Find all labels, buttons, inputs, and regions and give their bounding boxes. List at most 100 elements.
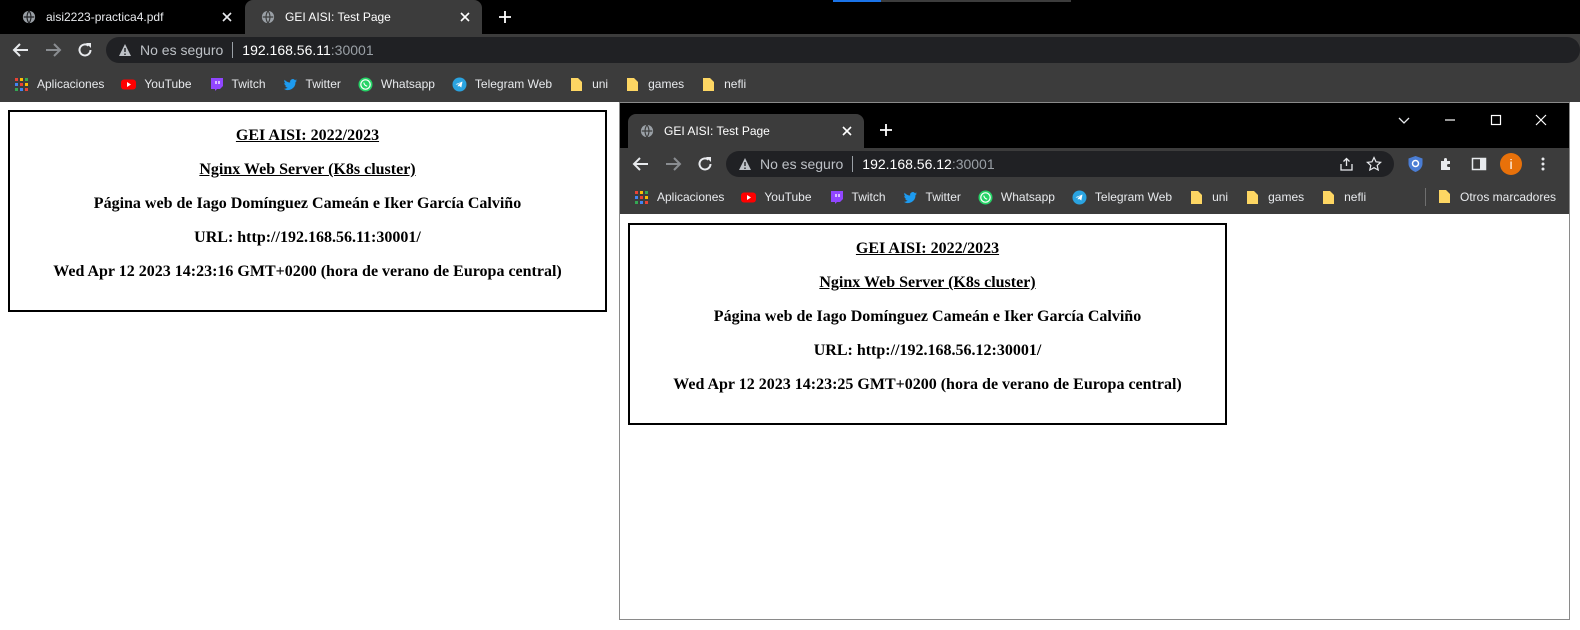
page-date-line: Wed Apr 12 2023 14:23:25 GMT+0200 (hora … (673, 376, 1182, 393)
bookmark-label: games (648, 77, 685, 91)
globe-icon (640, 124, 654, 138)
bookmark-twitter[interactable]: Twitter (283, 77, 341, 92)
bookmark-twitter[interactable]: Twitter (903, 190, 961, 205)
bookmark-twitch[interactable]: Twitch (829, 190, 886, 205)
bookmark-label: nefli (1344, 190, 1367, 204)
url-host[interactable]: 192.168.56.11 (242, 42, 331, 58)
bookmark-label: Telegram Web (474, 77, 553, 91)
address-bar[interactable]: No es seguro 192.168.56.12:30001 (726, 151, 1394, 177)
star-icon[interactable] (1366, 156, 1382, 172)
page-heading: GEI AISI: 2022/2023 (855, 240, 1000, 257)
forward-icon[interactable] (664, 155, 682, 173)
minimize-icon[interactable] (1443, 113, 1457, 127)
content-box: GEI AISI: 2022/2023 Nginx Web Server (K8… (8, 110, 607, 312)
share-icon[interactable] (1339, 157, 1354, 172)
bookmark-label: YouTube (144, 77, 192, 91)
security-label[interactable]: No es seguro (140, 42, 223, 58)
browser-window-secondary: GEI AISI: Test Page No es seguro 192.168… (619, 102, 1570, 620)
bookmark-label: Twitter (305, 77, 341, 91)
address-bar[interactable]: No es seguro 192.168.56.11:30001 (106, 37, 1580, 63)
back-icon[interactable] (632, 155, 650, 173)
page-subheading: Nginx Web Server (K8s cluster) (199, 161, 416, 178)
bookmark-telegram[interactable]: Telegram Web (452, 77, 552, 92)
url-host[interactable]: 192.168.56.12 (862, 156, 952, 172)
page-heading: GEI AISI: 2022/2023 (235, 127, 380, 144)
bookmark-label: Twitch (231, 77, 266, 91)
tab-title: aisi2223-practica4.pdf (46, 10, 164, 24)
bookmark-twitch[interactable]: Twitch (209, 77, 266, 92)
folder-icon (1247, 190, 1259, 204)
tab-strip: GEI AISI: Test Page (620, 103, 1569, 148)
page-subheading: Nginx Web Server (K8s cluster) (819, 274, 1036, 291)
bookmark-folder-games[interactable]: games (625, 77, 684, 92)
forward-icon[interactable] (44, 41, 62, 59)
bookmark-whatsapp[interactable]: Whatsapp (358, 77, 435, 92)
bookmark-folder-nefli[interactable]: nefli (701, 77, 746, 92)
more-menu-icon[interactable] (1535, 156, 1551, 172)
bookmark-telegram[interactable]: Telegram Web (1072, 190, 1172, 205)
bookmark-label: Otros marcadores (1460, 189, 1557, 204)
twitter-icon (283, 78, 297, 90)
bookmarks-bar: Aplicaciones YouTube Twitch Twitter What… (620, 180, 1569, 214)
apps-grid-icon (635, 190, 648, 204)
tab-test-page[interactable]: GEI AISI: Test Page (245, 0, 482, 34)
folder-icon (703, 77, 715, 91)
warning-icon[interactable] (738, 157, 752, 171)
youtube-icon (741, 192, 757, 202)
close-window-icon[interactable] (1534, 113, 1548, 127)
page-authors: Página web de Iago Domínguez Cameán e Ik… (713, 308, 1142, 325)
tab-search-icon[interactable] (1397, 113, 1411, 127)
toolbar: No es seguro 192.168.56.12:30001 i (620, 148, 1569, 180)
folder-icon (627, 77, 639, 91)
bookmark-apps[interactable]: Aplicaciones (634, 190, 724, 205)
bookmark-label: games (1268, 190, 1305, 204)
url-port[interactable]: :30001 (952, 156, 995, 172)
bookmark-label: Aplicaciones (657, 190, 725, 204)
bookmark-label: uni (592, 77, 609, 91)
bookmark-other[interactable]: Otros marcadores (1437, 189, 1556, 204)
extensions-icon[interactable] (1438, 156, 1454, 172)
tab-test-page[interactable]: GEI AISI: Test Page (628, 114, 864, 148)
reload-icon[interactable] (696, 155, 714, 173)
tab-strip: aisi2223-practica4.pdf GEI AISI: Test Pa… (0, 0, 1580, 34)
screen-share-indicator-track (881, 0, 1071, 2)
close-tab-icon[interactable] (458, 10, 472, 24)
telegram-icon (452, 77, 467, 91)
side-panel-icon[interactable] (1471, 156, 1487, 172)
url-port[interactable]: :30001 (331, 42, 374, 58)
globe-icon (261, 10, 275, 24)
tab-pdf[interactable]: aisi2223-practica4.pdf (6, 0, 244, 34)
address-separator (232, 42, 234, 58)
page-url-line: URL: http://192.168.56.12:30001/ (813, 342, 1042, 359)
reload-icon[interactable] (76, 41, 94, 59)
bookmarks-separator (1425, 188, 1426, 206)
folder-icon (571, 77, 583, 91)
bookmark-folder-games[interactable]: games (1245, 190, 1304, 205)
bookmark-label: Whatsapp (380, 77, 435, 91)
new-tab-icon[interactable] (496, 8, 514, 26)
bookmark-label: Aplicaciones (37, 77, 105, 91)
bookmark-youtube[interactable]: YouTube (741, 190, 812, 205)
security-label[interactable]: No es seguro (760, 156, 843, 172)
bookmark-folder-uni[interactable]: uni (1189, 190, 1228, 205)
bookmark-whatsapp[interactable]: Whatsapp (978, 190, 1055, 205)
page-url-line: URL: http://192.168.56.11:30001/ (194, 229, 421, 246)
close-tab-icon[interactable] (220, 10, 234, 24)
maximize-icon[interactable] (1489, 113, 1503, 127)
whatsapp-icon (358, 77, 373, 91)
bookmark-youtube[interactable]: YouTube (121, 77, 192, 92)
bookmark-label: Twitter (925, 190, 961, 204)
globe-icon (22, 10, 36, 24)
shield-extension-icon[interactable] (1407, 155, 1424, 173)
profile-avatar[interactable]: i (1500, 153, 1522, 175)
bookmark-folder-uni[interactable]: uni (569, 77, 608, 92)
bookmark-label: YouTube (764, 190, 812, 204)
new-tab-icon[interactable] (877, 121, 895, 139)
warning-icon[interactable] (118, 43, 132, 57)
twitter-icon (903, 191, 917, 203)
close-tab-icon[interactable] (840, 124, 854, 138)
bookmark-apps[interactable]: Aplicaciones (14, 77, 104, 92)
bookmark-label: nefli (724, 77, 747, 91)
bookmark-folder-nefli[interactable]: nefli (1321, 190, 1366, 205)
back-icon[interactable] (12, 41, 30, 59)
